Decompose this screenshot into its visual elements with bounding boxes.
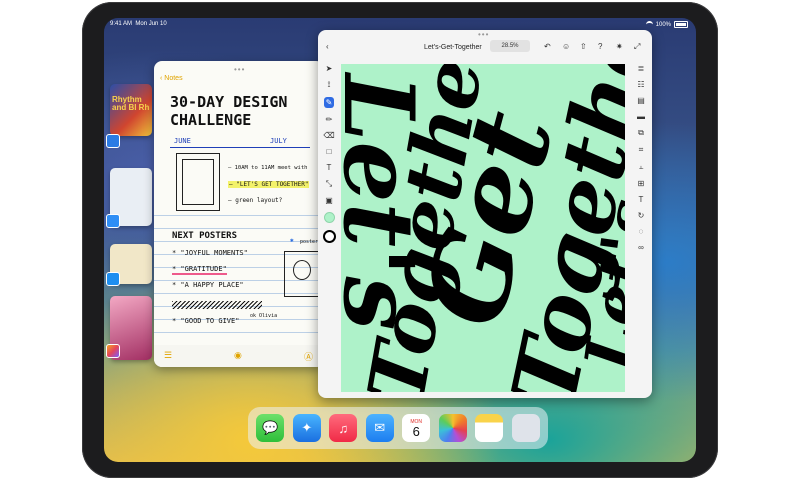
safari-app-icon <box>106 272 120 286</box>
dock: 💬 ✦ ♫ ✉ MON 6 <box>248 407 548 449</box>
select-tool-icon[interactable]: ➤ <box>326 64 333 73</box>
design-toolbar: ‹ Let's-Get-Together 28.5% ↶ ☺ ⇧ ? ✷ ⤢ <box>318 30 652 60</box>
libraries-icon[interactable]: ▤ <box>637 96 645 105</box>
calendar-day: 6 <box>412 423 420 439</box>
distribute-icon[interactable]: ⊞ <box>638 179 645 188</box>
wifi-icon <box>645 21 653 28</box>
battery-icon <box>674 21 688 28</box>
mail-app-icon <box>106 214 120 228</box>
collaborate-icon[interactable]: ☺ <box>562 43 570 51</box>
settings-icon[interactable]: ✷ <box>616 43 623 51</box>
task-lets-get-together: – "LET'S GET TOGETHER" <box>228 181 310 188</box>
eraser-tool-icon[interactable]: ⌫ <box>323 131 334 140</box>
markup-icon[interactable]: Ⓐ <box>304 350 313 363</box>
document-title[interactable]: Let's-Get-Together <box>424 44 482 51</box>
help-icon[interactable]: ? <box>598 43 602 51</box>
status-date: Mon Jun 10 <box>135 21 167 27</box>
fill-color-swatch[interactable] <box>323 212 335 223</box>
type-icon[interactable]: T <box>639 195 644 204</box>
arrange-icon[interactable]: ⧉ <box>638 128 644 138</box>
sparkle-icon: ✱ <box>290 237 294 244</box>
notes-app-icon[interactable] <box>475 414 504 442</box>
stage-thumbnail-music[interactable]: Rhythm and Bl Rh <box>110 84 152 136</box>
music-app-icon[interactable]: ♫ <box>329 414 358 442</box>
stroke-color-swatch[interactable] <box>322 230 336 243</box>
photos-app-icon <box>106 344 120 358</box>
shape-tool-icon[interactable]: □ <box>327 147 332 156</box>
path-icon[interactable]: ◌ <box>639 227 644 236</box>
camera-icon[interactable]: ◉ <box>234 350 242 361</box>
battery-percent: 100% <box>655 21 671 28</box>
calendar-app-icon[interactable]: MON 6 <box>402 414 431 442</box>
comments-icon[interactable]: ▬ <box>637 112 645 121</box>
notes-back-label: Notes <box>164 75 183 82</box>
text-tool-icon[interactable]: T <box>327 163 332 172</box>
utilities-folder-icon[interactable] <box>511 414 540 442</box>
artwork-canvas[interactable]: Let's Get Together Together Let's <box>341 64 625 392</box>
left-toolbar: ➤ ⟟ ✎ ✏ ⌫ □ T ⤡ ▣ <box>321 64 337 243</box>
transform-tool-icon[interactable]: ⤡ <box>326 179 332 189</box>
timeline-line <box>170 147 310 148</box>
poster-happy-place: * "A HAPPY PLACE" <box>172 281 244 289</box>
safari-app-icon[interactable]: ✦ <box>292 414 321 442</box>
note-title-line1: 30-DAY DESIGN <box>170 93 288 111</box>
design-app-window[interactable]: ••• ‹ Let's-Get-Together 28.5% ↶ ☺ ⇧ ? ✷… <box>318 30 652 398</box>
notes-toolbar: ☰ ◉ Ⓐ <box>154 345 324 367</box>
notes-window[interactable]: ••• ‹ Notes 30-DAY DESIGN CHALLENGE JUNE… <box>154 61 324 367</box>
export-icon[interactable]: ⤢ <box>634 43 640 51</box>
undo-icon[interactable]: ↶ <box>544 43 551 51</box>
crop-icon[interactable]: ⌗ <box>639 145 644 155</box>
mail-app-icon[interactable]: ✉ <box>365 414 394 442</box>
properties-icon[interactable]: ☷ <box>637 80 644 89</box>
note-title-line2: CHALLENGE <box>170 111 252 129</box>
stage-thumbnail-text: Rhythm and Bl Rh <box>112 95 150 112</box>
photos-app-icon[interactable] <box>438 414 467 442</box>
back-chevron-icon[interactable]: ‹ <box>326 43 329 51</box>
poster-sketch <box>284 251 320 297</box>
scribble-crossed-out <box>172 301 262 309</box>
poster-label: poster <box>300 239 319 245</box>
right-toolbar: ≣ ☷ ▤ ▬ ⧉ ⌗ ⫠ ⊞ T ↻ ◌ ∞ <box>633 64 649 252</box>
window-grabber[interactable]: ••• <box>234 65 245 74</box>
share-icon[interactable]: ⇧ <box>580 43 587 51</box>
keynote-app-icon <box>106 134 120 148</box>
status-time: 9:41 AM <box>110 21 133 27</box>
task-meeting: – 10AM to 11AM meet with <box>228 165 308 171</box>
ipad-screen: 9:41 AM Mon Jun 10 100% Rhythm and Bl Rh… <box>104 18 696 462</box>
month-june: JUNE <box>174 137 191 145</box>
align-icon[interactable]: ⫠ <box>639 162 644 172</box>
zoom-level[interactable]: 28.5% <box>490 40 530 52</box>
poster-gratitude: * "GRATITUDE" <box>172 265 227 275</box>
direct-select-tool-icon[interactable]: ⟟ <box>328 80 331 90</box>
image-tool-icon[interactable]: ▣ <box>325 196 333 205</box>
layers-icon[interactable]: ≣ <box>638 64 645 73</box>
checklist-icon[interactable]: ☰ <box>164 350 172 361</box>
next-posters-heading: NEXT POSTERS <box>172 231 238 241</box>
pen-tool-icon[interactable]: ✎ <box>323 97 335 108</box>
messages-app-icon[interactable]: 💬 <box>256 414 285 442</box>
month-july: JULY <box>270 137 287 145</box>
notes-back-button[interactable]: ‹ Notes <box>160 75 183 82</box>
poster-joyful: * "JOYFUL MOMENTS" <box>172 249 248 257</box>
signature-note: ok Olivia <box>250 313 278 319</box>
poster-good-to-give: * "GOOD TO GIVE" <box>172 317 240 325</box>
pencil-tool-icon[interactable]: ✏ <box>326 115 333 124</box>
repeat-icon[interactable]: ↻ <box>638 211 645 220</box>
link-icon[interactable]: ∞ <box>638 243 644 252</box>
